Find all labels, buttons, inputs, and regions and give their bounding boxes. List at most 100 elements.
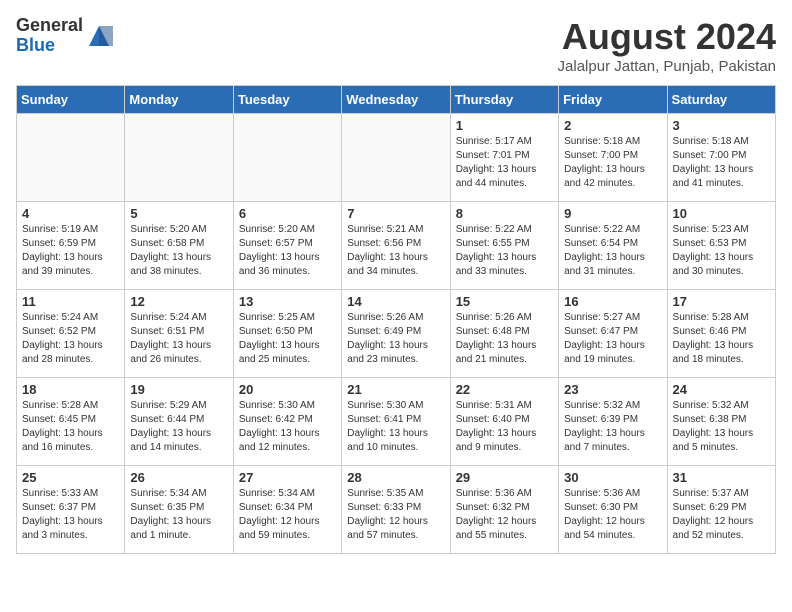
day-number: 13 — [239, 294, 336, 309]
day-number: 7 — [347, 206, 444, 221]
day-number: 20 — [239, 382, 336, 397]
day-info: Sunrise: 5:30 AM Sunset: 6:41 PM Dayligh… — [347, 399, 444, 455]
day-number: 8 — [456, 206, 553, 221]
calendar-cell: 10 Sunrise: 5:23 AM Sunset: 6:53 PM Dayli… — [667, 202, 775, 290]
day-info: Sunrise: 5:29 AM Sunset: 6:44 PM Dayligh… — [130, 399, 227, 455]
day-info: Sunrise: 5:27 AM Sunset: 6:47 PM Dayligh… — [564, 311, 661, 367]
day-number: 27 — [239, 470, 336, 485]
day-info: Sunrise: 5:26 AM Sunset: 6:48 PM Dayligh… — [456, 311, 553, 367]
day-number: 24 — [673, 382, 770, 397]
calendar-cell: 17 Sunrise: 5:28 AM Sunset: 6:46 PM Dayli… — [667, 290, 775, 378]
day-number: 31 — [673, 470, 770, 485]
calendar-cell: 8 Sunrise: 5:22 AM Sunset: 6:55 PM Daylig… — [450, 202, 558, 290]
day-number: 4 — [22, 206, 119, 221]
month-title: August 2024 — [558, 16, 776, 58]
weekday-header-friday: Friday — [559, 86, 667, 114]
day-info: Sunrise: 5:20 AM Sunset: 6:58 PM Dayligh… — [130, 223, 227, 279]
day-info: Sunrise: 5:22 AM Sunset: 6:54 PM Dayligh… — [564, 223, 661, 279]
day-info: Sunrise: 5:24 AM Sunset: 6:51 PM Dayligh… — [130, 311, 227, 367]
week-row-4: 18 Sunrise: 5:28 AM Sunset: 6:45 PM Dayli… — [17, 378, 776, 466]
day-number: 21 — [347, 382, 444, 397]
calendar-cell: 7Sunrise: 5:21 AM Sunset: 6:56 PM Daylig… — [342, 202, 450, 290]
calendar-cell: 16 Sunrise: 5:27 AM Sunset: 6:47 PM Dayli… — [559, 290, 667, 378]
day-number: 12 — [130, 294, 227, 309]
day-info: Sunrise: 5:18 AM Sunset: 7:00 PM Dayligh… — [564, 135, 661, 191]
week-row-2: 4 Sunrise: 5:19 AM Sunset: 6:59 PM Daylig… — [17, 202, 776, 290]
page-header: General Blue August 2024 Jalalpur Jattan… — [16, 16, 776, 75]
calendar-cell: 23 Sunrise: 5:32 AM Sunset: 6:39 PM Dayli… — [559, 378, 667, 466]
calendar-cell: 28 Sunrise: 5:35 AM Sunset: 6:33 PM Dayli… — [342, 466, 450, 554]
day-number: 16 — [564, 294, 661, 309]
day-info: Sunrise: 5:22 AM Sunset: 6:55 PM Dayligh… — [456, 223, 553, 279]
day-info: Sunrise: 5:28 AM Sunset: 6:46 PM Dayligh… — [673, 311, 770, 367]
day-info: Sunrise: 5:20 AM Sunset: 6:57 PM Dayligh… — [239, 223, 336, 279]
calendar-cell: 15 Sunrise: 5:26 AM Sunset: 6:48 PM Dayli… — [450, 290, 558, 378]
calendar-cell: 24Sunrise: 5:32 AM Sunset: 6:38 PM Dayli… — [667, 378, 775, 466]
calendar-cell: 26 Sunrise: 5:34 AM Sunset: 6:35 PM Dayli… — [125, 466, 233, 554]
logo-blue-text: Blue — [16, 36, 83, 56]
calendar-cell: 14 Sunrise: 5:26 AM Sunset: 6:49 PM Dayli… — [342, 290, 450, 378]
day-number: 6 — [239, 206, 336, 221]
day-info: Sunrise: 5:32 AM Sunset: 6:39 PM Dayligh… — [564, 399, 661, 455]
calendar-cell: 31 Sunrise: 5:37 AM Sunset: 6:29 PM Dayli… — [667, 466, 775, 554]
day-number: 22 — [456, 382, 553, 397]
day-info: Sunrise: 5:34 AM Sunset: 6:34 PM Dayligh… — [239, 487, 336, 543]
day-info: Sunrise: 5:26 AM Sunset: 6:49 PM Dayligh… — [347, 311, 444, 367]
calendar-table: SundayMondayTuesdayWednesdayThursdayFrid… — [16, 85, 776, 554]
day-info: Sunrise: 5:36 AM Sunset: 6:32 PM Dayligh… — [456, 487, 553, 543]
day-info: Sunrise: 5:19 AM Sunset: 6:59 PM Dayligh… — [22, 223, 119, 279]
day-number: 17 — [673, 294, 770, 309]
day-number: 18 — [22, 382, 119, 397]
day-number: 5 — [130, 206, 227, 221]
calendar-cell: 3 Sunrise: 5:18 AM Sunset: 7:00 PM Daylig… — [667, 114, 775, 202]
calendar-cell: 22Sunrise: 5:31 AM Sunset: 6:40 PM Dayli… — [450, 378, 558, 466]
calendar-cell: 25 Sunrise: 5:33 AM Sunset: 6:37 PM Dayli… — [17, 466, 125, 554]
day-info: Sunrise: 5:36 AM Sunset: 6:30 PM Dayligh… — [564, 487, 661, 543]
day-number: 25 — [22, 470, 119, 485]
calendar-cell: 20 Sunrise: 5:30 AM Sunset: 6:42 PM Dayli… — [233, 378, 341, 466]
day-info: Sunrise: 5:28 AM Sunset: 6:45 PM Dayligh… — [22, 399, 119, 455]
logo: General Blue — [16, 16, 113, 56]
day-info: Sunrise: 5:24 AM Sunset: 6:52 PM Dayligh… — [22, 311, 119, 367]
calendar-cell: 29 Sunrise: 5:36 AM Sunset: 6:32 PM Dayli… — [450, 466, 558, 554]
logo-icon — [85, 22, 113, 50]
day-number: 14 — [347, 294, 444, 309]
day-number: 19 — [130, 382, 227, 397]
calendar-cell: 1 Sunrise: 5:17 AM Sunset: 7:01 PM Daylig… — [450, 114, 558, 202]
calendar-cell: 9 Sunrise: 5:22 AM Sunset: 6:54 PM Daylig… — [559, 202, 667, 290]
logo-general-text: General — [16, 16, 83, 36]
calendar-cell: 11 Sunrise: 5:24 AM Sunset: 6:52 PM Dayli… — [17, 290, 125, 378]
day-info: Sunrise: 5:35 AM Sunset: 6:33 PM Dayligh… — [347, 487, 444, 543]
day-info: Sunrise: 5:23 AM Sunset: 6:53 PM Dayligh… — [673, 223, 770, 279]
day-number: 1 — [456, 118, 553, 133]
day-info: Sunrise: 5:34 AM Sunset: 6:35 PM Dayligh… — [130, 487, 227, 543]
day-number: 2 — [564, 118, 661, 133]
weekday-header-monday: Monday — [125, 86, 233, 114]
day-number: 15 — [456, 294, 553, 309]
day-number: 23 — [564, 382, 661, 397]
calendar-cell: 19 Sunrise: 5:29 AM Sunset: 6:44 PM Dayli… — [125, 378, 233, 466]
day-info: Sunrise: 5:30 AM Sunset: 6:42 PM Dayligh… — [239, 399, 336, 455]
location-title: Jalalpur Jattan, Punjab, Pakistan — [558, 58, 776, 75]
day-info: Sunrise: 5:17 AM Sunset: 7:01 PM Dayligh… — [456, 135, 553, 191]
day-info: Sunrise: 5:37 AM Sunset: 6:29 PM Dayligh… — [673, 487, 770, 543]
calendar-body: 1 Sunrise: 5:17 AM Sunset: 7:01 PM Daylig… — [17, 114, 776, 554]
day-number: 3 — [673, 118, 770, 133]
day-number: 28 — [347, 470, 444, 485]
day-number: 10 — [673, 206, 770, 221]
calendar-cell: 6 Sunrise: 5:20 AM Sunset: 6:57 PM Daylig… — [233, 202, 341, 290]
day-info: Sunrise: 5:18 AM Sunset: 7:00 PM Dayligh… — [673, 135, 770, 191]
week-row-5: 25 Sunrise: 5:33 AM Sunset: 6:37 PM Dayli… — [17, 466, 776, 554]
day-number: 26 — [130, 470, 227, 485]
title-section: August 2024 Jalalpur Jattan, Punjab, Pak… — [558, 16, 776, 75]
day-number: 29 — [456, 470, 553, 485]
calendar-cell — [342, 114, 450, 202]
calendar-cell: 4 Sunrise: 5:19 AM Sunset: 6:59 PM Daylig… — [17, 202, 125, 290]
calendar-cell: 2 Sunrise: 5:18 AM Sunset: 7:00 PM Daylig… — [559, 114, 667, 202]
day-number: 9 — [564, 206, 661, 221]
day-info: Sunrise: 5:33 AM Sunset: 6:37 PM Dayligh… — [22, 487, 119, 543]
day-number: 11 — [22, 294, 119, 309]
weekday-header-thursday: Thursday — [450, 86, 558, 114]
week-row-1: 1 Sunrise: 5:17 AM Sunset: 7:01 PM Daylig… — [17, 114, 776, 202]
calendar-header: SundayMondayTuesdayWednesdayThursdayFrid… — [17, 86, 776, 114]
